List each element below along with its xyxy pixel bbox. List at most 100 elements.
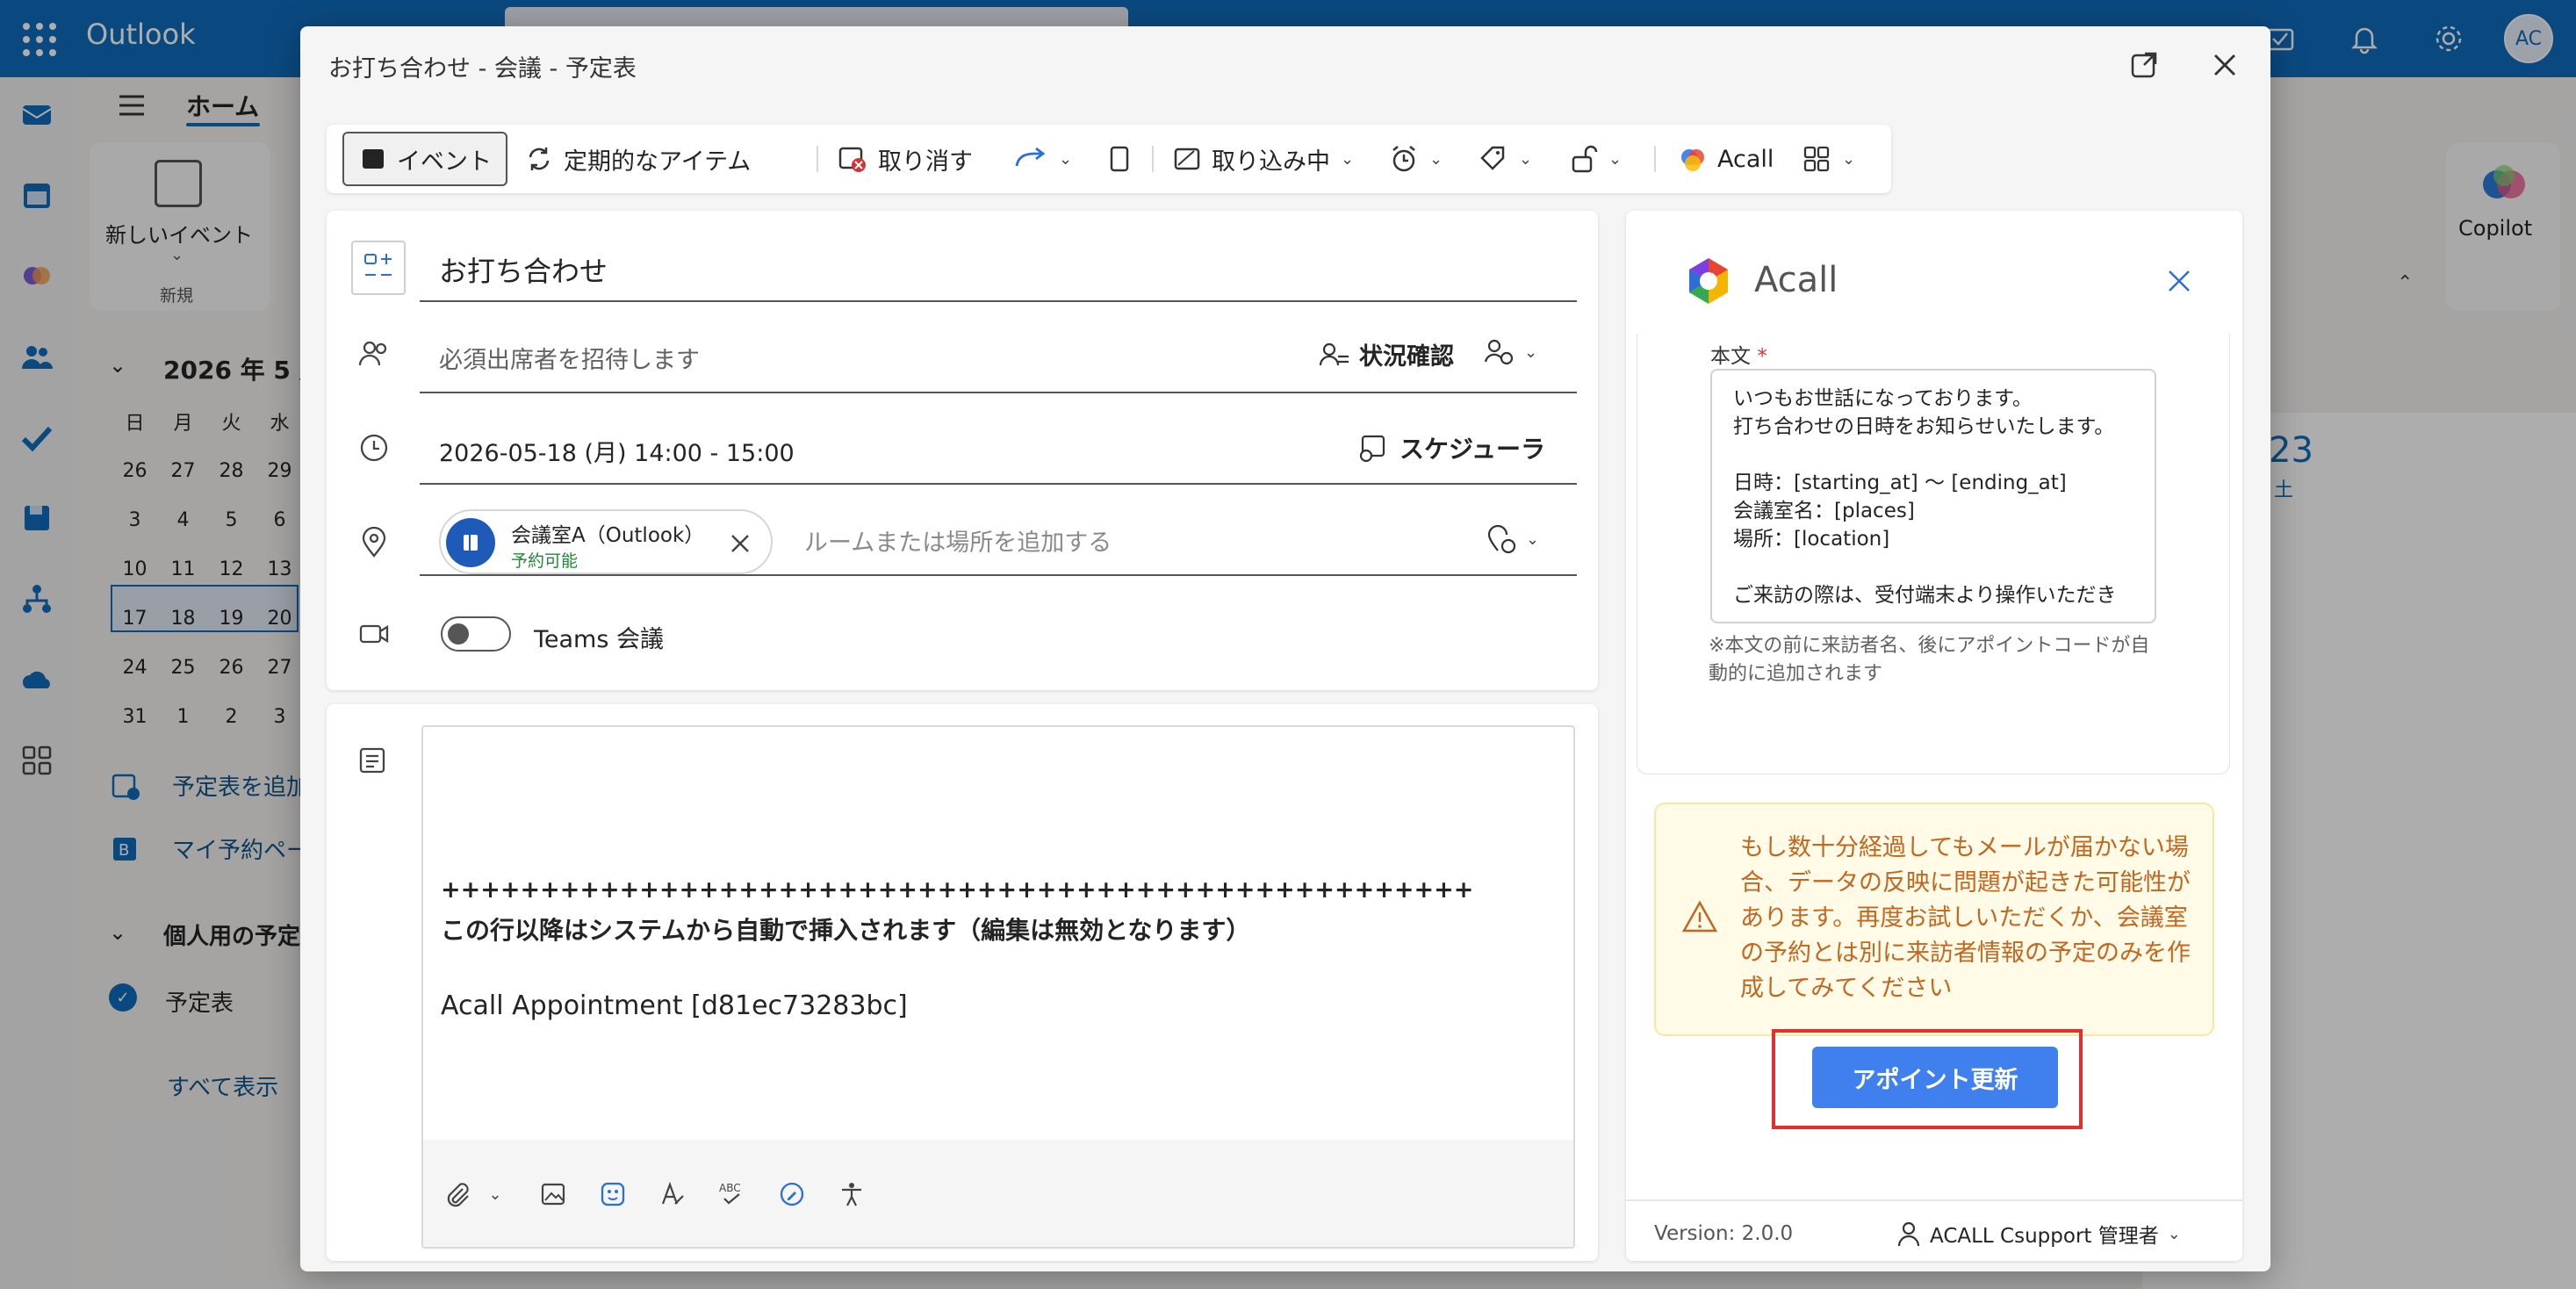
cancel-meeting-button[interactable]: 取り消す <box>838 133 973 184</box>
chevron-down-icon: ⌄ <box>1842 149 1856 169</box>
room-icon <box>446 518 495 567</box>
textarea-line <box>1733 553 2133 581</box>
chevron-down-icon: ⌄ <box>1429 149 1443 169</box>
status-check-button[interactable]: 状況確認 <box>1319 337 1454 371</box>
cancel-label: 取り消す <box>878 148 973 176</box>
highlight-frame <box>1772 1029 2083 1129</box>
apps-icon <box>1803 146 1830 172</box>
chevron-down-icon: ⌄ <box>1059 149 1073 169</box>
toolbar-divider <box>1654 146 1656 172</box>
chevron-down-icon: ⌄ <box>2167 1224 2181 1243</box>
chevron-down-icon: ⌄ <box>1341 149 1355 169</box>
privacy-button[interactable]: ⌄ <box>1568 133 1622 184</box>
format-text-icon[interactable] <box>657 1178 688 1210</box>
people-settings-icon <box>1484 339 1514 365</box>
remove-room-icon[interactable] <box>725 529 755 558</box>
event-body-card: ++++++++++++++++++++++++++++++++++++++++… <box>327 704 1598 1261</box>
apps-button[interactable]: ⌄ <box>1802 133 1855 184</box>
attach-icon[interactable] <box>441 1178 472 1210</box>
body-field-label: 本文 * <box>1710 345 1767 368</box>
sticker-icon[interactable] <box>597 1178 629 1210</box>
show-as-button[interactable]: 取り込み中 ⌄ <box>1173 133 1354 184</box>
acall-logo-icon <box>1681 149 1704 171</box>
divider <box>420 574 1577 576</box>
forward-icon <box>1015 147 1046 167</box>
forward-button[interactable]: ⌄ <box>1013 133 1072 184</box>
spelling-icon[interactable]: ABC <box>716 1178 748 1210</box>
recurring-button[interactable]: 定期的なアイテム <box>525 133 751 184</box>
editor-toolbar: ⌄ ABC <box>423 1140 1573 1247</box>
scheduler-button[interactable]: スケジューラ <box>1357 430 1545 465</box>
people-check-icon <box>1319 342 1349 365</box>
show-as-label: 取り込み中 <box>1212 148 1330 176</box>
clock-icon <box>356 430 392 465</box>
calendar-cancel-icon <box>838 147 866 172</box>
textarea-line: いつもお世話になっております。 <box>1733 387 2033 410</box>
textarea-line <box>1733 441 2133 469</box>
categorize-button[interactable]: ⌄ <box>1479 133 1532 184</box>
required-mark: * <box>1757 345 1767 368</box>
video-icon <box>356 616 392 652</box>
dialog-title: お打ち合わせ - 会議 - 予定表 <box>328 55 637 83</box>
location-icon <box>356 525 392 560</box>
body-separator: ++++++++++++++++++++++++++++++++++++++++… <box>441 876 1474 904</box>
popout-icon[interactable] <box>2126 47 2162 83</box>
status-check-label: 状況確認 <box>1359 343 1454 371</box>
body-editor[interactable]: ++++++++++++++++++++++++++++++++++++++++… <box>421 725 1575 1249</box>
scheduler-label: スケジューラ <box>1400 435 1546 464</box>
pane-header: Acall <box>1626 211 2242 334</box>
acall-logo-icon <box>1689 258 1728 304</box>
textarea-line: 会議室名：[places] <box>1733 500 1915 522</box>
teams-meeting-toggle[interactable] <box>441 616 511 652</box>
event-datetime[interactable]: 2026-05-18 (月) 14:00 - 15:00 <box>439 434 795 468</box>
room-finder-button[interactable]: ⌄ <box>1486 523 1539 555</box>
tag-icon <box>1480 146 1505 170</box>
room-availability: 予約可能 <box>511 551 579 571</box>
svg-text:ABC: ABC <box>719 1182 741 1194</box>
copy-icon <box>1110 146 1129 172</box>
chevron-down-icon: ⌄ <box>1519 149 1533 169</box>
acall-addin-button[interactable]: Acall <box>1679 133 1774 184</box>
user-name: ACALL Csupport 管理者 <box>1930 1225 2159 1248</box>
chevron-down-icon: ⌄ <box>1526 529 1540 549</box>
accessibility-icon[interactable] <box>836 1178 867 1210</box>
editor-icon[interactable] <box>776 1178 808 1210</box>
warning-text: もし数十分経過してもメールが届かない場合、データの反映に問題が起きた可能性があり… <box>1740 834 2191 1002</box>
close-icon[interactable] <box>2163 265 2195 297</box>
textarea-line: ご来訪の際は、受付端末より操作いただき <box>1733 584 2117 607</box>
chevron-down-icon[interactable]: ⌄ <box>479 1178 511 1210</box>
event-category-picker[interactable] <box>351 241 406 295</box>
attendees-input[interactable]: 必須出席者を招待します <box>439 341 700 375</box>
textarea-line: 打ち合わせの日時をお知らせいたします。 <box>1733 415 2115 438</box>
body-appointment: Acall Appointment [d81ec73283bc] <box>441 990 908 1021</box>
textarea-line: 場所：[location] <box>1733 528 1890 551</box>
notes-icon <box>356 745 388 776</box>
body-notice: この行以降はシステムから自動で挿入されます（編集は無効となります） <box>441 916 1251 945</box>
lock-open-icon <box>1572 145 1598 173</box>
scheduling-icon <box>364 254 392 276</box>
version-label: Version: 2.0.0 <box>1654 1222 1794 1245</box>
event-button[interactable]: イベント <box>342 132 507 186</box>
people-icon <box>356 335 392 371</box>
location-input[interactable]: ルームまたは場所を追加する <box>804 523 1112 558</box>
acall-label: Acall <box>1717 145 1774 173</box>
calendar-icon <box>363 149 384 169</box>
image-icon[interactable] <box>537 1178 569 1210</box>
user-menu[interactable]: ACALL Csupport 管理者 ⌄ <box>1896 1219 2181 1249</box>
person-icon <box>1897 1221 1920 1247</box>
warning-box: もし数十分経過してもメールが届かない場合、データの反映に問題が起きた可能性があり… <box>1654 803 2214 1036</box>
event-details-card: お打ち合わせ 必須出席者を招待します 状況確認 ⌄ 2026-05-18 (月)… <box>327 211 1598 690</box>
room-chip[interactable]: 会議室A（Outlook） 予約可能 <box>439 509 773 574</box>
close-icon[interactable] <box>2207 47 2242 83</box>
copy-button[interactable] <box>1106 133 1133 184</box>
location-settings-icon <box>1487 524 1516 554</box>
room-name: 会議室A（Outlook） <box>511 524 705 547</box>
divider <box>420 300 1577 302</box>
divider <box>420 483 1577 485</box>
body-textarea[interactable]: いつもお世話になっております。 打ち合わせの日時をお知らせいたします。 日時：[st… <box>1710 369 2156 623</box>
toolbar-divider <box>1152 146 1154 172</box>
subject-input[interactable]: お打ち合わせ <box>439 249 608 290</box>
reminder-button[interactable]: ⌄ <box>1389 133 1443 184</box>
recurring-label: 定期的なアイテム <box>564 148 752 176</box>
attendee-options-button[interactable]: ⌄ <box>1484 337 1537 367</box>
